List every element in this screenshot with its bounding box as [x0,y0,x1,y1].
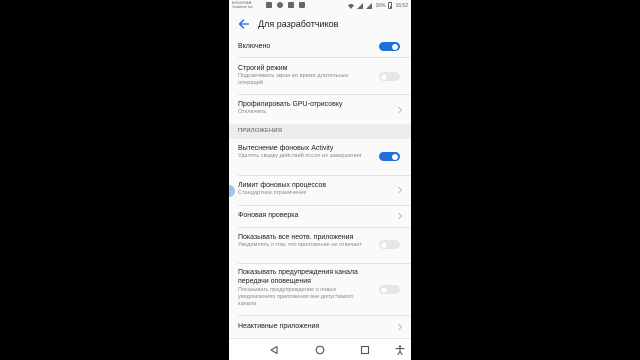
notification-icon [288,2,294,8]
setting-enabled[interactable]: Включено [229,36,411,58]
phone-screen: KYIVSTAR Vodafone UA 16% 16:52 Для разра… [229,0,411,360]
section-label: ПРИЛОЖЕНИЯ [238,128,283,134]
setting-title: Фоновая проверка [238,212,299,219]
setting-show-all-anr[interactable]: Показывать все неотв. приложения Уведомл… [229,228,411,264]
notification-icon [266,2,272,8]
recents-square-icon[interactable] [360,345,370,355]
setting-title: Включено [238,43,271,50]
app-bar: Для разработчиков [229,12,411,36]
chevron-right-icon [398,212,403,220]
notification-icon [277,2,283,8]
clock: 16:52 [395,2,408,9]
setting-subtitle: Показывать предупреждение о новых уведом… [238,287,354,307]
setting-gpu-profiling[interactable]: Профилировать GPU-отрисовку Отключить [229,95,411,124]
battery-icon [388,2,393,9]
setting-title: Показывать предупреждения канала передач… [238,269,358,285]
home-circle-icon[interactable] [315,345,325,355]
setting-title: Показывать все неотв. приложения [238,234,354,241]
chevron-right-icon [398,323,403,331]
setting-title: Вытеснение фоновых Activity [238,145,334,152]
arrow-left-icon [238,19,249,29]
setting-subtitle: Уведомлять о том, что приложение не отве… [238,242,363,248]
notification-icons [266,2,305,8]
setting-bg-check[interactable]: Фоновая проверка [229,206,411,228]
notification-icon [299,2,305,8]
wifi-icon [348,3,355,9]
battery-percent: 16% [375,2,386,9]
bg-activity-toggle[interactable] [379,152,400,161]
setting-subtitle: Отключить [238,109,267,115]
chevron-right-icon [398,106,403,114]
chevron-right-icon [398,186,403,194]
setting-channel-warnings[interactable]: Показывать предупреждения канала передач… [229,264,411,316]
setting-strict-mode[interactable]: Строгий режим Подсвечивать экран во врем… [229,58,411,95]
setting-subtitle: Стандартное ограничение [238,190,307,196]
setting-inactive-apps[interactable]: Неактивные приложения [229,316,411,338]
system-indicators: 16% 16:52 [348,2,408,9]
channel-warnings-toggle[interactable] [379,285,400,294]
enabled-toggle[interactable] [379,42,400,51]
signal-icon [357,2,364,9]
setting-title: Неактивные приложения [238,323,320,330]
strict-mode-toggle[interactable] [379,72,400,81]
operator-2: Vodafone UA [232,5,253,9]
show-all-anr-toggle[interactable] [379,240,400,249]
setting-subtitle: Подсвечивать экран во время длительных о… [238,73,349,86]
status-bar: KYIVSTAR Vodafone UA 16% 16:52 [229,0,411,12]
setting-title: Строгий режим [238,65,288,72]
accessibility-icon[interactable] [395,345,405,355]
back-button[interactable] [235,16,251,32]
setting-subtitle: Удалять сводку действий после их заверше… [238,153,362,159]
back-triangle-icon[interactable] [269,345,279,355]
signal-icon [366,2,373,9]
setting-bg-process-limit[interactable]: Лимит фоновых процессов Стандартное огра… [229,176,411,206]
setting-bg-activity[interactable]: Вытеснение фоновых Activity Удалять свод… [229,139,411,176]
setting-title: Лимит фоновых процессов [238,182,327,189]
section-header-apps: ПРИЛОЖЕНИЯ [229,124,411,139]
navigation-bar [229,338,411,360]
setting-title: Профилировать GPU-отрисовку [238,101,343,108]
page-title: Для разработчиков [258,19,339,29]
